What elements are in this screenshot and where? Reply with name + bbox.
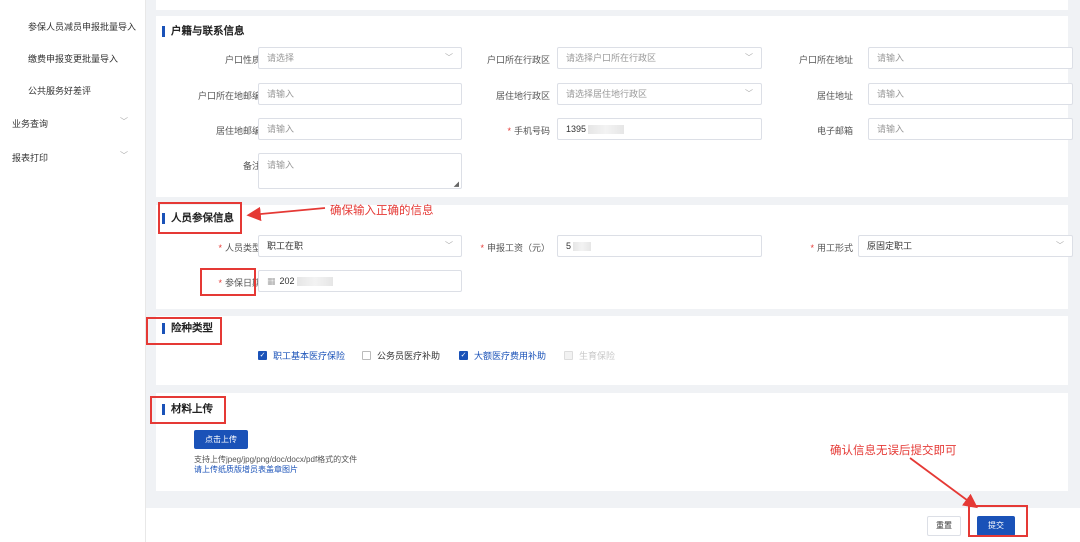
calendar-icon: ▦ [267,276,276,286]
insurance-type-card: 险种类型 ✓ 职工基本医疗保险 公务员医疗补助 ✓ 大额医疗费用补助 生育保险 [156,316,1068,385]
wage-label-text: 申报工资（元） [486,243,550,253]
checkbox-checked-icon: ✓ [258,351,267,360]
upload-button[interactable]: 点击上传 [194,430,248,449]
highlight-insurance-title [146,317,222,345]
checkbox-disabled-icon [564,351,573,360]
highlight-insured-date [200,268,256,296]
chevron-down-icon: ﹀ [745,53,753,62]
checkbox-label: 大额医疗费用补助 [474,351,547,361]
sidebar-item-service-rating[interactable]: 公共服务好差评 [28,84,91,97]
upload-paper-link[interactable]: 请上传纸质版增员表盖章图片 [194,464,298,475]
select-placeholder: 请选择 [267,53,295,63]
chevron-down-icon: ﹀ [120,117,128,126]
checkbox-large-medical-subsidy[interactable]: ✓ 大额医疗费用补助 [459,349,546,362]
insured-date-picker[interactable]: ▦ 202 [258,270,462,292]
phone-label: * 手机号码 [460,124,550,137]
hukou-type-select[interactable]: 请选择 ﹀ [258,47,462,69]
previous-section-card [156,0,1068,10]
sidebar-item-label: 业务查询 [12,119,49,129]
email-input[interactable]: 请输入 [868,118,1073,140]
phone-input[interactable]: 1395 [557,118,762,140]
residence-postcode-label: 居住地邮编 [215,126,261,136]
person-type-label: * 人员类型 [171,241,261,254]
input-placeholder: 请输入 [877,124,905,134]
masked-value [588,125,625,135]
residence-postcode-input[interactable]: 请输入 [258,118,462,140]
input-placeholder: 请输入 [877,89,905,99]
required-mark: * [218,243,222,253]
phone-value: 1395 [566,124,587,134]
select-value: 职工在职 [267,241,304,251]
highlight-upload-title [150,396,226,424]
date-value: 202 [279,276,295,286]
chevron-down-icon: ﹀ [1056,241,1064,250]
person-type-label-text: 人员类型 [224,243,261,253]
sidebar-item-report-print[interactable]: 报表打印 ﹀ [12,151,142,164]
sidebar-item-contribution-change-import[interactable]: 缴费申报变更批量导入 [28,52,118,65]
household-contact-card: 户籍与联系信息 户口性质 请选择 ﹀ 户口所在行政区 请选择户口所在行政区 ﹀ … [156,16,1073,197]
person-type-select[interactable]: 职工在职 ﹀ [258,235,462,257]
sidebar-item-label: 报表打印 [12,153,49,163]
hukou-type-label: 户口性质 [224,55,261,65]
select-placeholder: 请选择居住地行政区 [566,89,648,99]
checkbox-maternity-insurance: 生育保险 [564,349,615,362]
employment-form-select[interactable]: 原固定职工 ﹀ [858,235,1073,257]
input-placeholder: 请输入 [267,124,295,134]
select-placeholder: 请选择户口所在行政区 [566,53,657,63]
form-footer: 重置 提交 [146,508,1080,542]
employment-form-label-text: 用工形式 [816,243,853,253]
email-label: 电子邮箱 [816,126,853,136]
sidebar: 参保人员减员申报批量导入 缴费申报变更批量导入 公共服务好差评 业务查询 ﹀ 报… [0,0,146,542]
masked-value [296,277,333,287]
residence-address-label: 居住地址 [816,91,853,101]
employment-form-label: * 用工形式 [763,241,853,254]
residence-region-label: 居住地行政区 [495,91,550,101]
highlight-insured-title [158,202,242,234]
hukou-postcode-label: 户口所在地邮编 [197,91,261,101]
hukou-region-select[interactable]: 请选择户口所在行政区 ﹀ [557,47,762,69]
insured-info-card: 人员参保信息 * 人员类型 职工在职 ﹀ * 申报工资（元） 5 * 用工形式 原固定… [156,205,1073,309]
residence-address-input[interactable]: 请输入 [868,83,1073,105]
chevron-down-icon: ﹀ [745,89,753,98]
wage-input[interactable]: 5 [557,235,762,257]
annotation-confirm-submit: 确认信息无误后提交即可 [830,445,957,457]
sidebar-item-staff-reduction-import[interactable]: 参保人员减员申报批量导入 [28,20,136,33]
sidebar-item-business-query[interactable]: 业务查询 ﹀ [12,117,142,130]
checkbox-unchecked-icon [362,351,371,360]
resize-handle-icon[interactable]: ◢ [454,180,459,188]
hukou-region-label: 户口所在行政区 [486,55,550,65]
hukou-address-label: 户口所在地址 [798,55,853,65]
chevron-down-icon: ﹀ [445,53,453,62]
annotation-ensure-correct: 确保输入正确的信息 [330,205,434,217]
textarea-placeholder: 请输入 [267,160,295,170]
section-title-household: 户籍与联系信息 [162,26,245,37]
input-placeholder: 请输入 [267,89,295,99]
hukou-postcode-input[interactable]: 请输入 [258,83,462,105]
phone-label-text: 手机号码 [513,126,550,136]
residence-region-select[interactable]: 请选择居住地行政区 ﹀ [557,83,762,105]
main-content: 户籍与联系信息 户口性质 请选择 ﹀ 户口所在行政区 请选择户口所在行政区 ﹀ … [146,0,1080,542]
chevron-down-icon: ﹀ [120,151,128,160]
checkbox-checked-icon: ✓ [459,351,468,360]
chevron-down-icon: ﹀ [445,241,453,250]
wage-label: * 申报工资（元） [460,241,550,254]
checkbox-label: 公务员医疗补助 [377,351,441,361]
checkbox-civil-servant-subsidy[interactable]: 公务员医疗补助 [362,349,440,362]
select-value: 原固定职工 [867,241,913,251]
remark-label: 备注 [242,161,261,171]
input-placeholder: 请输入 [877,53,905,63]
wage-value: 5 [566,241,572,251]
required-mark: * [480,243,484,253]
checkbox-label: 生育保险 [579,351,616,361]
checkbox-employee-medical[interactable]: ✓ 职工基本医疗保险 [258,349,345,362]
hukou-address-input[interactable]: 请输入 [868,47,1073,69]
checkbox-label: 职工基本医疗保险 [273,351,346,361]
reset-button[interactable]: 重置 [927,516,961,536]
required-mark: * [507,126,511,136]
masked-value [573,242,592,252]
highlight-submit [968,505,1028,537]
required-mark: * [810,243,814,253]
remark-textarea[interactable]: 请输入 ◢ [258,153,462,189]
